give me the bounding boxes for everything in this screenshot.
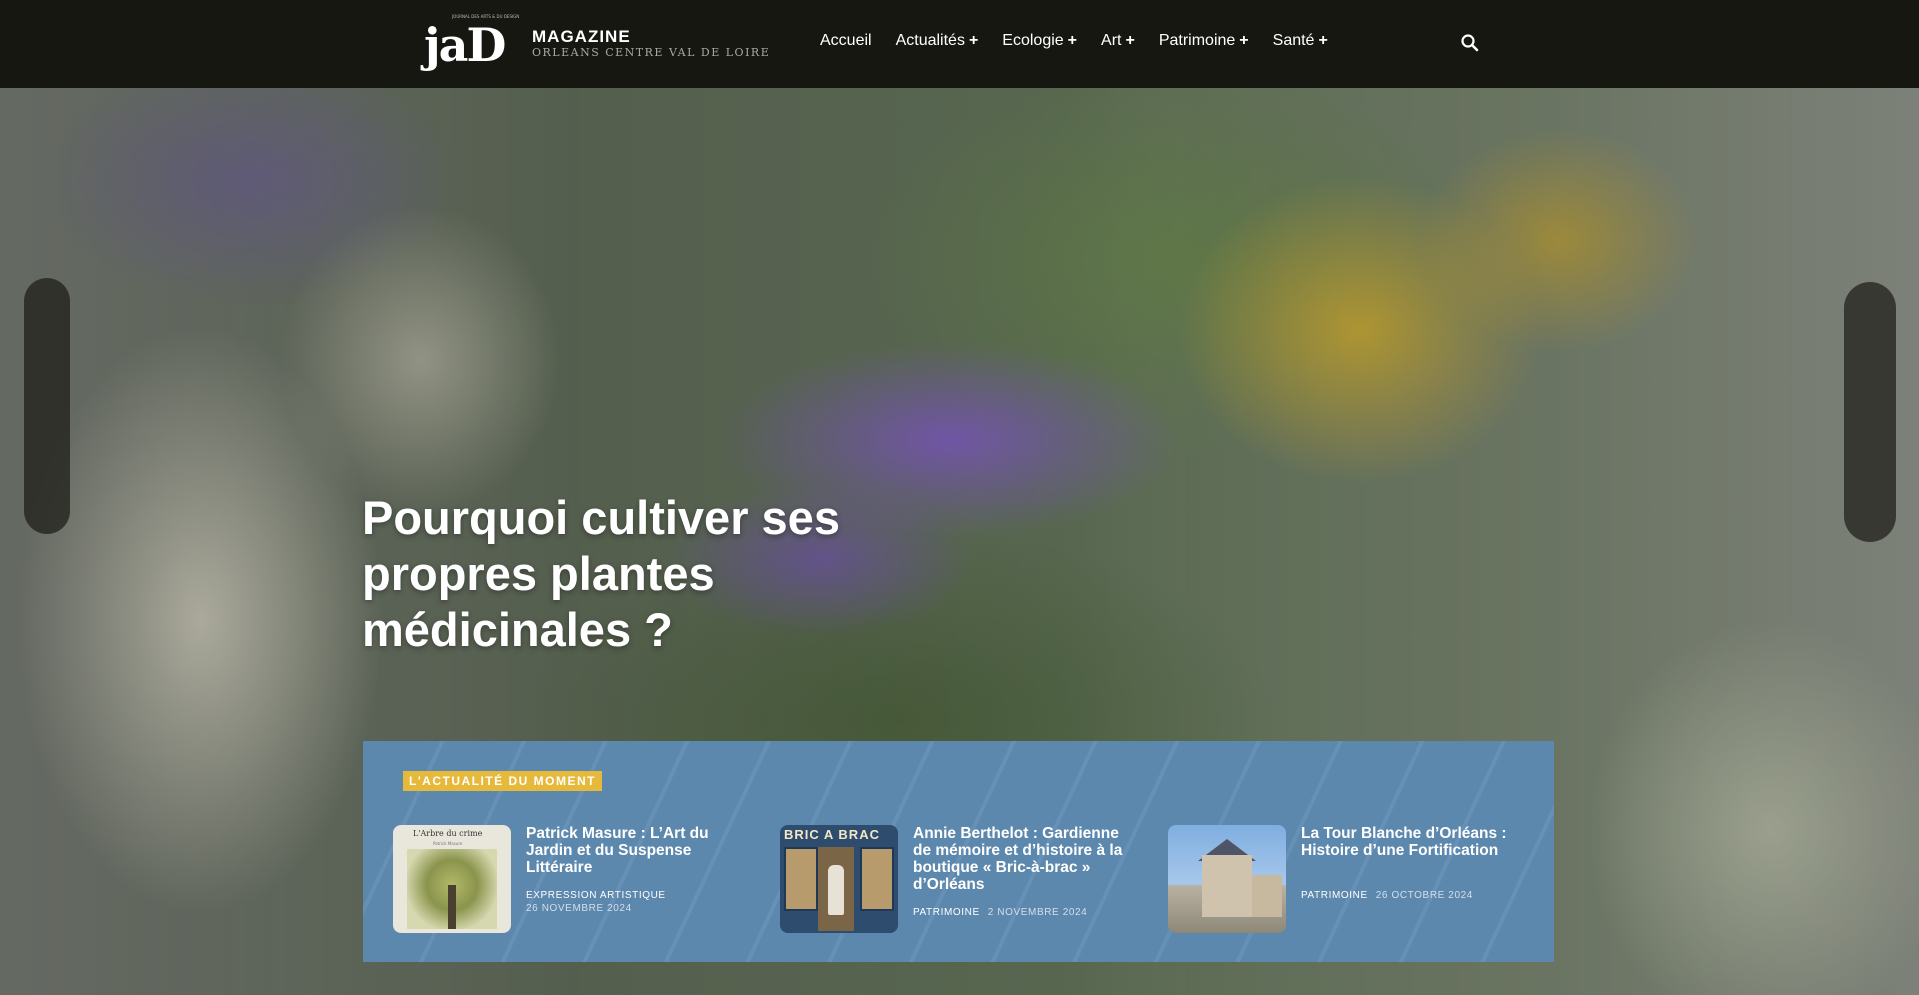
nav-label: Santé [1272, 32, 1315, 49]
site-header: JOURNAL DES ARTS & DU DESIGN jaD MAGAZIN… [0, 0, 1919, 88]
nav-item-ecologie[interactable]: Ecologie + [1002, 32, 1077, 50]
plus-icon: + [1318, 32, 1328, 49]
side-building [1252, 875, 1282, 917]
article-date: 26 NOVEMBRE 2024 [526, 903, 632, 914]
article-date: 26 OCTOBRE 2024 [1375, 890, 1473, 901]
shop-window [784, 847, 818, 911]
shop-window [860, 847, 894, 911]
article-meta-date: 26 NOVEMBRE 2024 [526, 903, 632, 914]
tower-building [1202, 855, 1252, 917]
nav-label: Ecologie [1002, 32, 1064, 49]
featured-badge: L'ACTUALITÉ DU MOMENT [403, 771, 603, 791]
article-thumbnail[interactable]: BRIC A BRAC [780, 825, 898, 933]
nav-item-accueil[interactable]: Accueil [820, 32, 872, 50]
thumbnail-subcaption: Patrick Masure [433, 841, 463, 846]
plus-icon: + [968, 32, 979, 49]
magazine-title: MAGAZINE [532, 27, 631, 46]
thumbnail-caption: L'Arbre du crime [413, 829, 483, 838]
magazine-subtitle: ORLEANS CENTRE VAL DE LOIRE [532, 46, 771, 59]
nav-item-patrimoine[interactable]: Patrimoine + [1159, 32, 1249, 50]
nav-item-sante[interactable]: Santé + [1273, 32, 1328, 50]
article-meta: PATRIMOINE 26 OCTOBRE 2024 [1301, 890, 1473, 901]
plus-icon: + [1239, 32, 1249, 49]
article-category[interactable]: PATRIMOINE [913, 907, 980, 918]
thumbnail-caption: BRIC A BRAC [784, 827, 880, 842]
nav-label: Art [1101, 32, 1122, 49]
article-category[interactable]: EXPRESSION ARTISTIQUE [526, 890, 666, 901]
featured-article-card[interactable]: La Tour Blanche d’Orléans : Histoire d’u… [1168, 825, 1528, 937]
search-icon[interactable] [1460, 33, 1480, 53]
featured-article-card[interactable]: L'Arbre du crime Patrick Masure Patrick … [393, 825, 753, 937]
tree-trunk [448, 885, 456, 929]
plus-icon: + [1067, 32, 1078, 49]
main-navigation: Accueil Actualités + Ecologie + Art + Patri… [820, 32, 1352, 50]
article-title[interactable]: La Tour Blanche d’Orléans : Histoire d’u… [1301, 825, 1526, 859]
hero-article-title[interactable]: Pourquoi cultiver ses propres plantes mé… [362, 490, 982, 658]
article-thumbnail[interactable] [1168, 825, 1286, 933]
nav-label: Patrimoine [1158, 32, 1236, 49]
article-title[interactable]: Patrick Masure : L’Art du Jardin et du S… [526, 825, 751, 876]
plus-icon: + [1125, 32, 1135, 49]
person-figure [828, 865, 844, 915]
site-logo[interactable]: JOURNAL DES ARTS & DU DESIGN jaD [424, 12, 519, 76]
article-title[interactable]: Annie Berthelot : Gardienne de mémoire e… [913, 825, 1138, 893]
article-category[interactable]: PATRIMOINE [1301, 890, 1368, 901]
article-date: 2 NOVEMBRE 2024 [987, 907, 1088, 918]
nav-label: Actualités [895, 32, 965, 49]
featured-article-card[interactable]: BRIC A BRAC Annie Berthelot : Gardienne … [780, 825, 1140, 937]
nav-label: Accueil [820, 32, 872, 49]
nav-item-actualites[interactable]: Actualités + [896, 32, 979, 50]
featured-news-panel: L'ACTUALITÉ DU MOMENT L'Arbre du crime P… [363, 741, 1554, 962]
article-meta: PATRIMOINE 2 NOVEMBRE 2024 [913, 907, 1087, 918]
article-thumbnail[interactable]: L'Arbre du crime Patrick Masure [393, 825, 511, 933]
article-meta: EXPRESSION ARTISTIQUE [526, 890, 666, 901]
logo-wordmark: jaD [424, 18, 506, 72]
nav-item-art[interactable]: Art + [1101, 32, 1135, 50]
